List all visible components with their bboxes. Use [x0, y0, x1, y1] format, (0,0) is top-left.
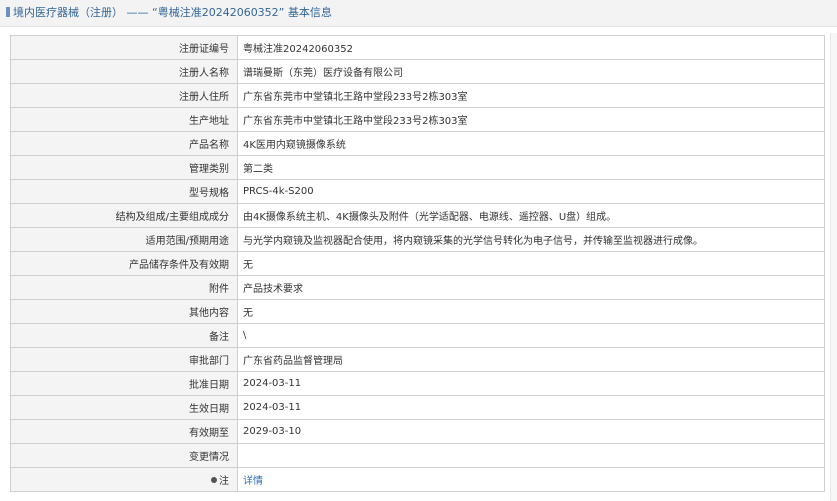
row-value: PRCS-4k-S200 — [237, 179, 825, 204]
table-row: 产品储存条件及有效期 无 — [10, 251, 825, 276]
table-row: 附件 产品技术要求 — [10, 275, 825, 300]
row-value: \ — [237, 323, 825, 348]
row-value: 2024-03-11 — [237, 371, 825, 396]
page-header: 境内医疗器械（注册） —— “粤械注准20242060352” 基本信息 — [0, 0, 837, 27]
detail-panel: 注册证编号 粤械注准20242060352 注册人名称 谱瑞曼斯（东莞）医疗设备… — [0, 33, 837, 501]
table-row: 结构及组成/主要组成成分 由4K摄像系统主机、4K摄像头及附件（光学适配器、电源… — [10, 203, 825, 228]
header-separator: —— — [126, 6, 149, 19]
row-label: 审批部门 — [10, 347, 238, 372]
detail-table: 注册证编号 粤械注准20242060352 注册人名称 谱瑞曼斯（东莞）医疗设备… — [10, 35, 825, 492]
row-label: 产品名称 — [10, 131, 238, 156]
row-label: 管理类别 — [10, 155, 238, 180]
table-row: 变更情况 — [10, 443, 825, 468]
header-suffix: 基本信息 — [287, 6, 332, 19]
table-row: 注册证编号 粤械注准20242060352 — [10, 35, 825, 60]
list-icon — [6, 7, 10, 17]
row-value: 无 — [237, 299, 825, 324]
row-label: 其他内容 — [10, 299, 238, 324]
row-label: 型号规格 — [10, 179, 238, 204]
row-label: 备注 — [10, 323, 238, 348]
scrollbar-track[interactable] — [830, 33, 837, 501]
row-value: 2024-03-11 — [237, 395, 825, 420]
row-value — [237, 443, 825, 468]
row-value: 谱瑞曼斯（东莞）医疗设备有限公司 — [237, 59, 825, 84]
table-row: 生产地址 广东省东莞市中堂镇北王路中堂段233号2栋303室 — [10, 107, 825, 132]
row-label: 生产地址 — [10, 107, 238, 132]
row-value: 与光学内窥镜及监视器配合使用，将内窥镜采集的光学信号转化为电子信号，并传输至监视… — [237, 227, 825, 252]
table-row: 型号规格 PRCS-4k-S200 — [10, 179, 825, 204]
record-title: “粤械注准20242060352” — [152, 6, 285, 19]
row-value: 粤械注准20242060352 — [237, 35, 825, 60]
table-row: 产品名称 4K医用内窥镜摄像系统 — [10, 131, 825, 156]
row-value: 第二类 — [237, 155, 825, 180]
row-value: 无 — [237, 251, 825, 276]
row-label: 注册人住所 — [10, 83, 238, 108]
table-row: 其他内容 无 — [10, 299, 825, 324]
table-row: 注 详情 — [10, 467, 825, 492]
table-row: 审批部门 广东省药品监督管理局 — [10, 347, 825, 372]
row-label: 变更情况 — [10, 443, 238, 468]
row-label: 有效期至 — [10, 419, 238, 444]
row-value: 详情 — [237, 467, 825, 492]
row-value: 由4K摄像系统主机、4K摄像头及附件（光学适配器、电源线、遥控器、U盘）组成。 — [237, 203, 825, 228]
row-label: 注册证编号 — [10, 35, 238, 60]
note-row-label: 注 — [10, 467, 238, 492]
table-row: 管理类别 第二类 — [10, 155, 825, 180]
row-label: 结构及组成/主要组成成分 — [10, 203, 238, 228]
table-row: 备注 \ — [10, 323, 825, 348]
row-label: 适用范围/预期用途 — [10, 227, 238, 252]
table-row: 注册人住所 广东省东莞市中堂镇北王路中堂段233号2栋303室 — [10, 83, 825, 108]
row-label: 批准日期 — [10, 371, 238, 396]
row-label: 注册人名称 — [10, 59, 238, 84]
table-row: 适用范围/预期用途 与光学内窥镜及监视器配合使用，将内窥镜采集的光学信号转化为电… — [10, 227, 825, 252]
row-label-text: 注 — [219, 476, 229, 487]
row-label: 产品储存条件及有效期 — [10, 251, 238, 276]
row-value: 产品技术要求 — [237, 275, 825, 300]
row-value: 广东省东莞市中堂镇北王路中堂段233号2栋303室 — [237, 107, 825, 132]
table-row: 生效日期 2024-03-11 — [10, 395, 825, 420]
table-row: 有效期至 2029-03-10 — [10, 419, 825, 444]
row-label: 附件 — [10, 275, 238, 300]
row-value: 广东省东莞市中堂镇北王路中堂段233号2栋303室 — [237, 83, 825, 108]
breadcrumb-root: 境内医疗器械（注册） — [13, 6, 123, 19]
row-value: 广东省药品监督管理局 — [237, 347, 825, 372]
row-value: 4K医用内窥镜摄像系统 — [237, 131, 825, 156]
table-row: 批准日期 2024-03-11 — [10, 371, 825, 396]
row-label: 生效日期 — [10, 395, 238, 420]
row-value: 2029-03-10 — [237, 419, 825, 444]
table-row: 注册人名称 谱瑞曼斯（东莞）医疗设备有限公司 — [10, 59, 825, 84]
pin-icon — [211, 477, 217, 483]
details-link[interactable]: 详情 — [243, 476, 263, 487]
